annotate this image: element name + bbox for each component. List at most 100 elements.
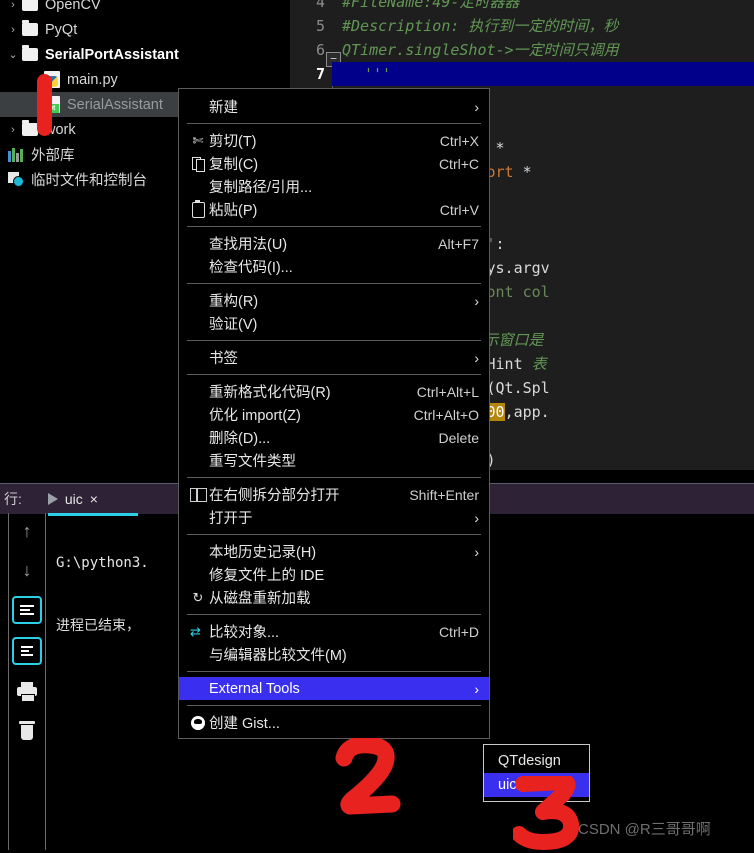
submenu-item-uic[interactable]: uic: [484, 773, 589, 797]
menu-separator: [187, 123, 481, 124]
chevron-right-icon: ›: [474, 98, 479, 115]
menu-item-external-tools[interactable]: External Tools ›: [179, 677, 489, 700]
menu-item-label: 比较对象...: [209, 625, 280, 641]
menu-item-label: 创建 Gist...: [209, 716, 280, 732]
menu-item-compare-with-editor[interactable]: 与编辑器比较文件(M): [179, 643, 489, 666]
scratches-console-icon: [8, 172, 24, 187]
code-comment-cjk-3: 表: [531, 355, 547, 373]
menu-item-label: 优化 import(Z): [209, 408, 301, 424]
code-args-2: ,app.: [504, 403, 550, 421]
tree-item-label: main.py: [67, 71, 118, 88]
code-colon: :: [495, 235, 505, 253]
folder-icon: [22, 0, 38, 11]
run-tab-uic[interactable]: uic ×: [47, 484, 138, 516]
chevron-right-icon[interactable]: ›: [4, 0, 22, 11]
menu-item-new[interactable]: 新建 ›: [179, 95, 489, 118]
print-icon[interactable]: [14, 678, 40, 704]
menu-item-accelerator: Ctrl+Alt+L: [416, 383, 479, 400]
tree-item-opencv[interactable]: › OpenCV: [0, 0, 290, 17]
paste-icon: [187, 199, 209, 218]
soft-wrap-icon[interactable]: [12, 596, 42, 624]
menu-item-inspect-code[interactable]: 检查代码(I)...: [179, 255, 489, 278]
github-icon: [187, 715, 209, 730]
menu-item-delete[interactable]: 删除(D)... Delete: [179, 426, 489, 449]
menu-item-accelerator: Shift+Enter: [409, 486, 479, 503]
menu-separator: [187, 614, 481, 615]
chevron-right-icon: ›: [474, 543, 479, 560]
menu-separator: [187, 340, 481, 341]
menu-item-copy-path[interactable]: 复制路径/引用...: [179, 175, 489, 198]
menu-item-compare-with[interactable]: ⇄ 比较对象... Ctrl+D: [179, 620, 489, 643]
menu-item-accelerator: Ctrl+C: [438, 155, 479, 172]
compare-icon: ⇄: [190, 623, 201, 639]
menu-item-local-history[interactable]: 本地历史记录(H) ›: [179, 540, 489, 563]
external-libraries-icon: [8, 147, 24, 162]
menu-item-label: 新建: [209, 100, 238, 116]
tree-item-label: SerialAssistant: [67, 96, 163, 113]
menu-item-refactor[interactable]: 重构(R) ›: [179, 289, 489, 312]
menu-item-paste[interactable]: 粘贴(P) Ctrl+V: [179, 198, 489, 221]
scissors-icon: ✄: [192, 132, 204, 148]
menu-item-accelerator: Ctrl+Alt+O: [413, 406, 479, 423]
tree-item-serialportassistant[interactable]: ⌄ SerialPortAssistant: [0, 42, 290, 67]
external-tools-submenu[interactable]: QTdesign uic: [483, 744, 590, 802]
folder-icon: [22, 45, 38, 61]
menu-item-cut[interactable]: ✄ 剪切(T) Ctrl+X: [179, 129, 489, 152]
menu-item-label: 复制(C): [209, 157, 259, 173]
panel-divider-right: [45, 513, 46, 850]
close-icon[interactable]: ×: [90, 491, 98, 507]
menu-item-label: 删除(D)...: [209, 431, 271, 447]
play-icon[interactable]: [47, 493, 58, 505]
menu-item-label: 验证(V): [209, 317, 258, 333]
menu-separator: [187, 226, 481, 227]
menu-item-validate[interactable]: 验证(V): [179, 312, 489, 335]
menu-item-copy[interactable]: 复制(C) Ctrl+C: [179, 152, 489, 175]
chevron-right-icon: ›: [474, 292, 479, 309]
menu-item-optimize-imports[interactable]: 优化 import(Z) Ctrl+Alt+O: [179, 403, 489, 426]
code-line-current: ''': [332, 62, 754, 86]
menu-item-label: External Tools: [209, 680, 300, 697]
menu-item-reload-from-disk[interactable]: ↻ 从磁盘重新加载: [179, 586, 489, 609]
menu-item-bookmarks[interactable]: 书签 ›: [179, 346, 489, 369]
menu-item-label: 与编辑器比较文件(M): [209, 648, 347, 664]
menu-item-reformat-code[interactable]: 重新格式化代码(R) Ctrl+Alt+L: [179, 380, 489, 403]
menu-item-accelerator: Alt+F7: [438, 235, 479, 252]
menu-item-label: 本地历史记录(H): [209, 545, 317, 561]
menu-item-accelerator: Ctrl+D: [438, 623, 479, 640]
chevron-right-icon[interactable]: ›: [4, 124, 22, 136]
chevron-right-icon: ›: [474, 680, 479, 697]
scroll-up-icon[interactable]: ↑: [14, 518, 40, 544]
split-icon: [187, 487, 209, 502]
chevron-right-icon: ›: [474, 349, 479, 366]
chevron-right-icon[interactable]: ›: [4, 24, 22, 36]
clear-all-icon[interactable]: [14, 717, 40, 743]
tree-item-pyqt[interactable]: › PyQt: [0, 17, 290, 42]
folder-icon: [22, 20, 38, 36]
menu-item-label: 重写文件类型: [209, 454, 296, 470]
menu-item-label: 修复文件上的 IDE: [209, 568, 325, 584]
menu-item-create-gist[interactable]: 创建 Gist...: [179, 711, 489, 734]
run-console-toolbar[interactable]: ↑ ↓: [9, 518, 45, 743]
menu-item-label: 重构(R): [209, 294, 259, 310]
reload-icon: ↻: [192, 589, 204, 605]
code-line: QTimer.singleShot->一定时间只调用: [342, 41, 619, 59]
menu-separator: [187, 705, 481, 706]
tree-item-label: 临时文件和控制台: [31, 173, 147, 189]
menu-item-open-in-right-split[interactable]: 在右侧拆分部分打开 Shift+Enter: [179, 483, 489, 506]
menu-item-override-file-type[interactable]: 重写文件类型: [179, 449, 489, 472]
scroll-to-end-icon[interactable]: [12, 637, 42, 665]
menu-item-label: 从磁盘重新加载: [209, 591, 311, 607]
menu-item-find-usages[interactable]: 查找用法(U) Alt+F7: [179, 232, 489, 255]
tree-item-label: PyQt: [45, 21, 78, 38]
menu-separator: [187, 477, 481, 478]
menu-separator: [187, 534, 481, 535]
line-number: 5: [315, 17, 325, 35]
chevron-down-icon[interactable]: ⌄: [4, 48, 22, 61]
menu-item-repair-ide[interactable]: 修复文件上的 IDE: [179, 563, 489, 586]
watermark-text: CSDN @R三哥哥啊: [578, 821, 711, 838]
context-menu[interactable]: 新建 › ✄ 剪切(T) Ctrl+X 复制(C) Ctrl+C 复制路径/引用…: [178, 88, 490, 739]
menu-item-open-in[interactable]: 打开于 ›: [179, 506, 489, 529]
submenu-item-qtdesign[interactable]: QTdesign: [484, 749, 589, 773]
menu-item-label: 剪切(T): [209, 134, 257, 150]
scroll-down-icon[interactable]: ↓: [14, 557, 40, 583]
